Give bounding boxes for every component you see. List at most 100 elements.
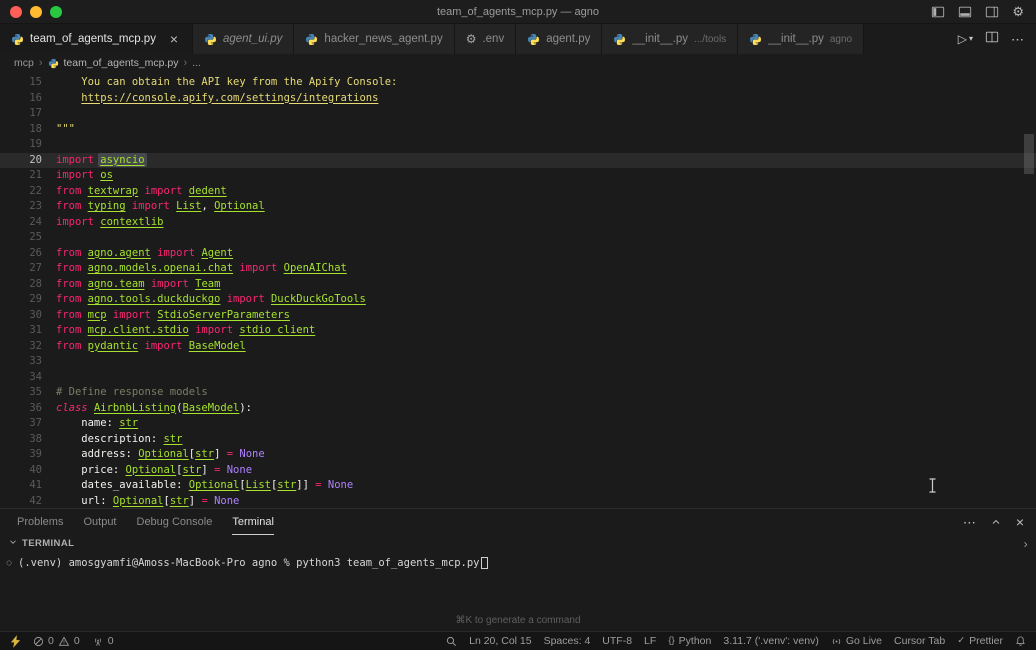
panel-more-actions-icon[interactable]: ⋯ [963, 516, 976, 529]
code-line[interactable]: 16 https://console.apify.com/settings/in… [0, 91, 1036, 107]
line-number[interactable]: 19 [0, 137, 42, 153]
code-line[interactable]: 29from agno.tools.duckduckgo import Duck… [0, 292, 1036, 308]
line-number[interactable]: 21 [0, 168, 42, 184]
go-live-button[interactable]: Go Live [825, 632, 888, 650]
settings-gear-icon[interactable]: ⚙ [1012, 5, 1024, 18]
breadcrumb-folder[interactable]: mcp [14, 57, 34, 69]
tab-agent-py[interactable]: agent.py [516, 24, 602, 54]
code-line[interactable]: 15 You can obtain the API key from the A… [0, 75, 1036, 91]
line-number[interactable]: 16 [0, 91, 42, 107]
editor[interactable]: 15 You can obtain the API key from the A… [0, 72, 1036, 508]
breadcrumb-file[interactable]: team_of_agents_mcp.py [64, 57, 179, 69]
line-number[interactable]: 29 [0, 292, 42, 308]
split-editor-button[interactable] [985, 30, 999, 48]
code-line[interactable]: 35# Define response models [0, 385, 1036, 401]
search-status[interactable] [440, 632, 463, 650]
code-line[interactable]: 18""" [0, 122, 1036, 138]
line-number[interactable]: 40 [0, 463, 42, 479]
code-line[interactable]: 21import os [0, 168, 1036, 184]
toggle-primary-sidebar-icon[interactable] [931, 5, 945, 19]
remote-indicator[interactable] [4, 632, 27, 650]
run-python-file-button[interactable]: ▷▾ [958, 33, 973, 45]
tab-hacker-news-agent-py[interactable]: hacker_news_agent.py [294, 24, 454, 54]
line-number[interactable]: 15 [0, 75, 42, 91]
line-number[interactable]: 26 [0, 246, 42, 262]
line-number[interactable]: 28 [0, 277, 42, 293]
code-line[interactable]: 37 name: str [0, 416, 1036, 432]
panel-tab-debug-console[interactable]: Debug Console [137, 509, 213, 535]
maximize-panel-icon[interactable] [990, 516, 1002, 528]
code-line[interactable]: 41 dates_available: Optional[List[str]] … [0, 478, 1036, 494]
indentation-status[interactable]: Spaces: 4 [538, 632, 597, 650]
prettier-status[interactable]: ✓ Prettier [951, 632, 1009, 650]
close-panel-icon[interactable]: × [1016, 515, 1024, 529]
tab-init-py[interactable]: __init__.py.../tools [602, 24, 738, 54]
code-line[interactable]: 39 address: Optional[str] = None [0, 447, 1036, 463]
code-line[interactable]: 20import asyncio [0, 153, 1036, 169]
code-line[interactable]: 34 [0, 370, 1036, 386]
language-mode[interactable]: {} Python [662, 632, 717, 650]
chevron-right-icon[interactable]: › [1024, 537, 1028, 551]
line-number[interactable]: 39 [0, 447, 42, 463]
toggle-panel-icon[interactable] [958, 5, 972, 19]
code-line[interactable]: 28from agno.team import Team [0, 277, 1036, 293]
code-line[interactable]: 27from agno.models.openai.chat import Op… [0, 261, 1036, 277]
line-number[interactable]: 17 [0, 106, 42, 122]
code-line[interactable]: 24import contextlib [0, 215, 1036, 231]
editor-more-actions-button[interactable]: ⋯ [1011, 33, 1024, 46]
line-number[interactable]: 20 [0, 153, 42, 169]
line-number[interactable]: 38 [0, 432, 42, 448]
code-line[interactable]: 42 url: Optional[str] = None [0, 494, 1036, 509]
tab-team-of-agents-mcp-py[interactable]: team_of_agents_mcp.py× [0, 24, 193, 54]
terminal-command-line[interactable]: ○ (.venv) amosgyamfi@Amoss-MacBook-Pro a… [0, 555, 1036, 570]
panel-tab-problems[interactable]: Problems [17, 509, 63, 535]
minimize-window-button[interactable] [30, 6, 42, 18]
line-number[interactable]: 31 [0, 323, 42, 339]
eol-status[interactable]: LF [638, 632, 662, 650]
code-line[interactable]: 38 description: str [0, 432, 1036, 448]
tab-env[interactable]: ⚙.env [455, 24, 517, 54]
line-number[interactable]: 22 [0, 184, 42, 200]
breadcrumb-symbols[interactable]: ... [192, 57, 201, 69]
tab-init-py[interactable]: __init__.pyagno [738, 24, 864, 54]
close-window-button[interactable] [10, 6, 22, 18]
line-number[interactable]: 42 [0, 494, 42, 509]
code-line[interactable]: 25 [0, 230, 1036, 246]
line-number[interactable]: 33 [0, 354, 42, 370]
line-number[interactable]: 24 [0, 215, 42, 231]
code-line[interactable]: 26from agno.agent import Agent [0, 246, 1036, 262]
line-number[interactable]: 27 [0, 261, 42, 277]
line-number[interactable]: 34 [0, 370, 42, 386]
terminal[interactable]: ○ (.venv) amosgyamfi@Amoss-MacBook-Pro a… [0, 552, 1036, 631]
editor-scrollbar[interactable] [1024, 134, 1034, 174]
notifications-button[interactable] [1009, 632, 1032, 650]
panel-tab-output[interactable]: Output [83, 509, 116, 535]
line-number[interactable]: 25 [0, 230, 42, 246]
terminal-section-header[interactable]: TERMINAL › [0, 535, 1036, 552]
code-line[interactable]: 33 [0, 354, 1036, 370]
code-line[interactable]: 23from typing import List, Optional [0, 199, 1036, 215]
zoom-window-button[interactable] [50, 6, 62, 18]
code-line[interactable]: 30from mcp import StdioServerParameters [0, 308, 1036, 324]
panel-tab-terminal[interactable]: Terminal [232, 509, 274, 535]
line-number[interactable]: 32 [0, 339, 42, 355]
line-number[interactable]: 35 [0, 385, 42, 401]
code-line[interactable]: 31from mcp.client.stdio import stdio_cli… [0, 323, 1036, 339]
code-line[interactable]: 22from textwrap import dedent [0, 184, 1036, 200]
problems-status[interactable]: 0 0 [27, 632, 86, 650]
close-tab-icon[interactable]: × [167, 32, 181, 46]
cursor-tab-status[interactable]: Cursor Tab [888, 632, 951, 650]
ports-status[interactable]: 0 [86, 632, 120, 650]
encoding-status[interactable]: UTF-8 [596, 632, 638, 650]
line-number[interactable]: 41 [0, 478, 42, 494]
line-number[interactable]: 37 [0, 416, 42, 432]
python-interpreter[interactable]: 3.11.7 ('.venv': venv) [717, 632, 824, 650]
line-number[interactable]: 23 [0, 199, 42, 215]
line-number[interactable]: 18 [0, 122, 42, 138]
line-number[interactable]: 30 [0, 308, 42, 324]
code-line[interactable]: 32from pydantic import BaseModel [0, 339, 1036, 355]
tab-agent-ui-py[interactable]: agent_ui.py [193, 24, 294, 54]
line-number[interactable]: 36 [0, 401, 42, 417]
code-line[interactable]: 19 [0, 137, 1036, 153]
toggle-secondary-sidebar-icon[interactable] [985, 5, 999, 19]
